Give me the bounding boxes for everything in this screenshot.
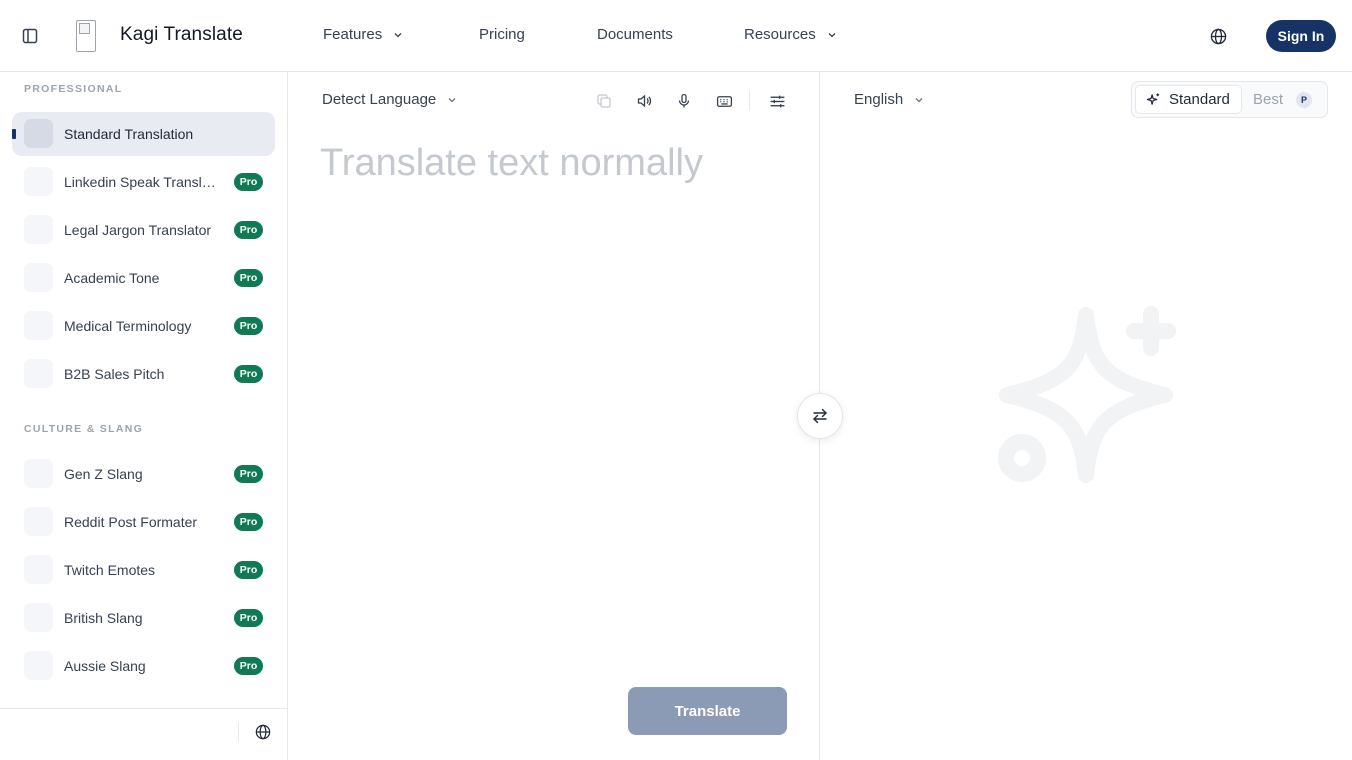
item-thumbnail [24,459,53,488]
section-title-professional: PROFESSIONAL [24,83,123,95]
target-language-label: English [854,91,904,108]
sidebar-item-standard-translation[interactable]: Standard Translation [12,112,275,156]
chevron-down-icon [448,97,456,102]
globe-icon[interactable] [253,722,273,742]
sidebar-item-academic-tone[interactable]: Academic Tone Pro [12,256,275,300]
active-marker [12,129,16,139]
sidebar-item-label: British Slang [64,610,143,626]
source-text-input[interactable] [320,142,790,642]
sidebar-item-label: Legal Jargon Translator [64,222,212,238]
copy-icon[interactable] [593,90,615,112]
source-language-label: Detect Language [322,91,437,108]
translate-button[interactable]: Translate [628,687,787,735]
item-thumbnail [24,311,53,340]
mode-best-button[interactable]: Best [1253,91,1283,108]
source-language-select[interactable]: Detect Language [322,91,458,108]
chevron-down-icon [915,97,923,102]
pro-badge: Pro [234,365,263,383]
brand-logo[interactable] [76,20,96,52]
nav-features-label: Features [323,26,383,43]
sidebar-item-linkedin-speak[interactable]: Linkedin Speak Translator Pro [12,160,275,204]
brand-name[interactable]: Kagi Translate [120,24,243,46]
nav-resources-label: Resources [744,26,816,43]
item-thumbnail [24,603,53,632]
sidebar-item-aussie-slang[interactable]: Aussie Slang Pro [12,644,275,688]
swap-languages-button[interactable] [797,393,843,439]
sidebar-item-medical-terminology[interactable]: Medical Terminology Pro [12,304,275,348]
sidebar-item-label: Twitch Emotes [64,562,156,578]
top-header: Kagi Translate Features Pricing Document… [0,0,1352,72]
sidebar-footer [0,708,287,760]
sparkle-icon [1146,93,1160,105]
sidebar-item-legal-jargon[interactable]: Legal Jargon Translator Pro [12,208,275,252]
sidebar-item-gen-z-slang[interactable]: Gen Z Slang Pro [12,452,275,496]
item-thumbnail [24,651,53,680]
nav-features[interactable]: Features [323,26,404,43]
pro-badge: Pro [234,317,263,335]
item-thumbnail [24,263,53,292]
pro-badge: Pro [234,173,263,191]
item-thumbnail [24,167,53,196]
sidebar-item-label: Medical Terminology [64,318,192,334]
nav-resources[interactable]: Resources [744,26,838,43]
sidebar-item-label: Gen Z Slang [64,466,143,482]
sign-in-button[interactable]: Sign In [1266,20,1336,52]
pro-badge: Pro [234,561,263,579]
sidebar-item-b2b-sales-pitch[interactable]: B2B Sales Pitch Pro [12,352,275,396]
divider [749,91,750,111]
item-thumbnail [24,359,53,388]
sidebar-item-label: Standard Translation [64,126,194,142]
source-pane: Detect Language Translate [288,72,820,760]
sidebar-item-label: Linkedin Speak Translator [64,174,222,190]
item-thumbnail [24,555,53,584]
mode-standard-button[interactable]: Standard [1135,85,1242,114]
nav-documents[interactable]: Documents [597,26,673,43]
sidebar-item-label: Academic Tone [64,270,160,286]
sidebar-item-reddit-post-formater[interactable]: Reddit Post Formater Pro [12,500,275,544]
sidebar-item-label: Reddit Post Formater [64,514,198,530]
chevron-down-icon [394,32,402,37]
language-globe-icon[interactable] [1206,24,1230,48]
settings-sliders-icon[interactable] [766,90,788,112]
quality-mode-toggle: Standard Best P [1131,81,1328,118]
pro-badge: Pro [234,221,263,239]
pro-badge: Pro [234,465,263,483]
sidebar-item-british-slang[interactable]: British Slang Pro [12,596,275,640]
item-thumbnail [24,215,53,244]
sidebar-toggle-icon[interactable] [18,24,42,48]
swap-arrows-icon [813,408,827,424]
item-thumbnail [24,507,53,536]
pro-badge: Pro [234,513,263,531]
target-pane: English Standard Best P [821,72,1352,760]
pro-badge: Pro [234,609,263,627]
sparkle-placeholder-icon [998,306,1176,483]
sidebar-item-twitch-emotes[interactable]: Twitch Emotes Pro [12,548,275,592]
divider [238,722,239,742]
best-mode-pro-badge: P [1296,92,1312,108]
mode-standard-label: Standard [1169,91,1230,108]
sidebar-item-label: B2B Sales Pitch [64,366,165,382]
item-thumbnail [24,119,53,148]
pro-badge: Pro [234,269,263,287]
sidebar: PROFESSIONAL Standard Translation Linked… [0,72,288,760]
speaker-icon[interactable] [633,90,655,112]
keyboard-icon[interactable] [713,90,735,112]
microphone-icon[interactable] [673,90,695,112]
chevron-down-icon [828,32,836,37]
sidebar-item-label: Aussie Slang [64,658,146,674]
section-title-culture-slang: CULTURE & SLANG [24,423,144,435]
pro-badge: Pro [234,657,263,675]
nav-pricing[interactable]: Pricing [479,26,525,43]
target-language-select[interactable]: English [854,91,925,108]
